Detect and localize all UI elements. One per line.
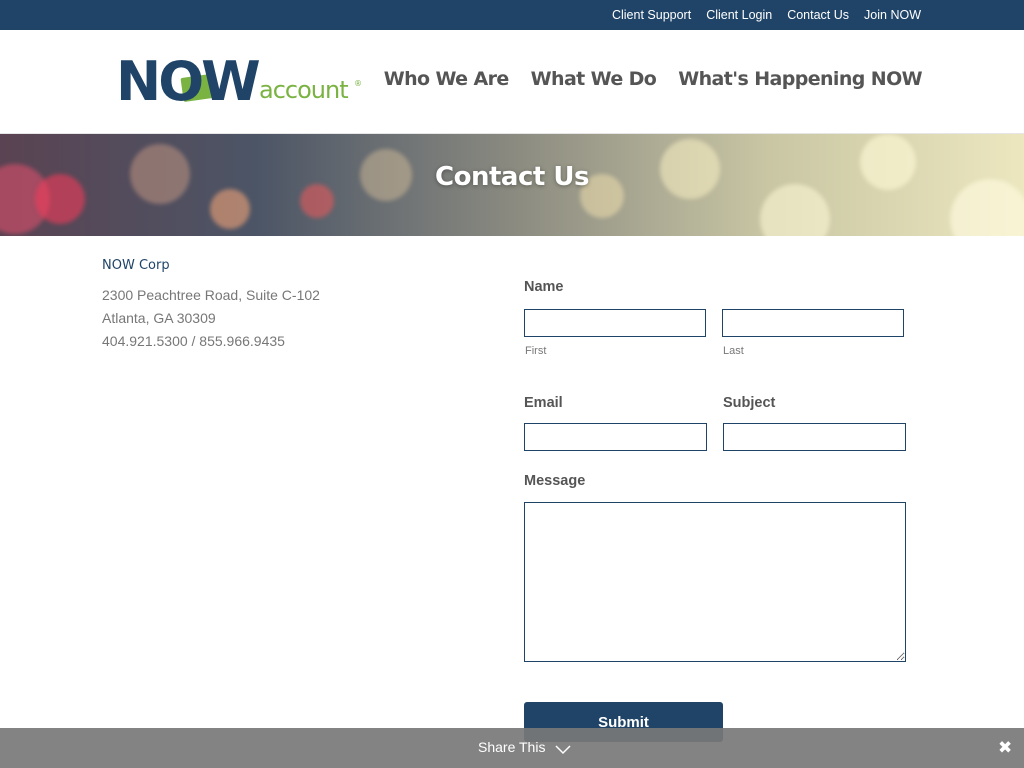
phone-numbers: 404.921.5300 / 855.966.9435 xyxy=(102,333,285,349)
close-icon[interactable]: ✖ xyxy=(998,739,1012,756)
utility-nav: Client Support Client Login Contact Us J… xyxy=(612,0,921,30)
top-utility-bar: Client Support Client Login Contact Us J… xyxy=(0,0,1024,30)
address-street: 2300 Peachtree Road, Suite C-102 xyxy=(102,287,320,303)
contact-us-link[interactable]: Contact Us xyxy=(787,8,849,22)
share-this-label[interactable]: Share This xyxy=(478,739,545,755)
first-name-field[interactable] xyxy=(524,309,706,337)
message-field[interactable] xyxy=(524,502,906,662)
message-label: Message xyxy=(524,473,586,489)
svg-text:NOW: NOW xyxy=(116,52,259,112)
name-label: Name xyxy=(524,279,564,295)
subject-label: Subject xyxy=(723,395,776,411)
last-sublabel: Last xyxy=(723,345,744,357)
site-logo[interactable]: NOW account ® xyxy=(116,52,366,112)
chevron-down-icon[interactable] xyxy=(555,742,571,760)
now-account-logo: NOW account ® xyxy=(116,52,362,112)
email-label: Email xyxy=(524,395,563,411)
hero-banner: Contact Us xyxy=(0,134,1024,236)
svg-text:®: ® xyxy=(354,79,362,88)
nav-what-we-do[interactable]: What We Do xyxy=(531,68,657,90)
company-name: NOW Corp xyxy=(102,258,170,273)
first-sublabel: First xyxy=(525,345,547,357)
subject-field[interactable] xyxy=(723,423,906,451)
join-now-link[interactable]: Join NOW xyxy=(864,8,921,22)
last-name-field[interactable] xyxy=(722,309,904,337)
nav-who-we-are[interactable]: Who We Are xyxy=(384,68,510,90)
address-city: Atlanta, GA 30309 xyxy=(102,310,216,326)
share-bar[interactable]: Share This ✖ xyxy=(0,728,1024,768)
page-title: Contact Us xyxy=(435,162,589,192)
site-header: NOW account ® Who We Are What We Do What… xyxy=(0,30,1024,134)
bokeh-light xyxy=(210,189,250,229)
email-field[interactable] xyxy=(524,423,707,451)
main-nav: Who We Are What We Do What's Happening N… xyxy=(384,68,923,90)
svg-text:account: account xyxy=(259,76,348,104)
client-support-link[interactable]: Client Support xyxy=(612,8,691,22)
nav-whats-happening-now[interactable]: What's Happening NOW xyxy=(678,68,922,90)
client-login-link[interactable]: Client Login xyxy=(706,8,772,22)
